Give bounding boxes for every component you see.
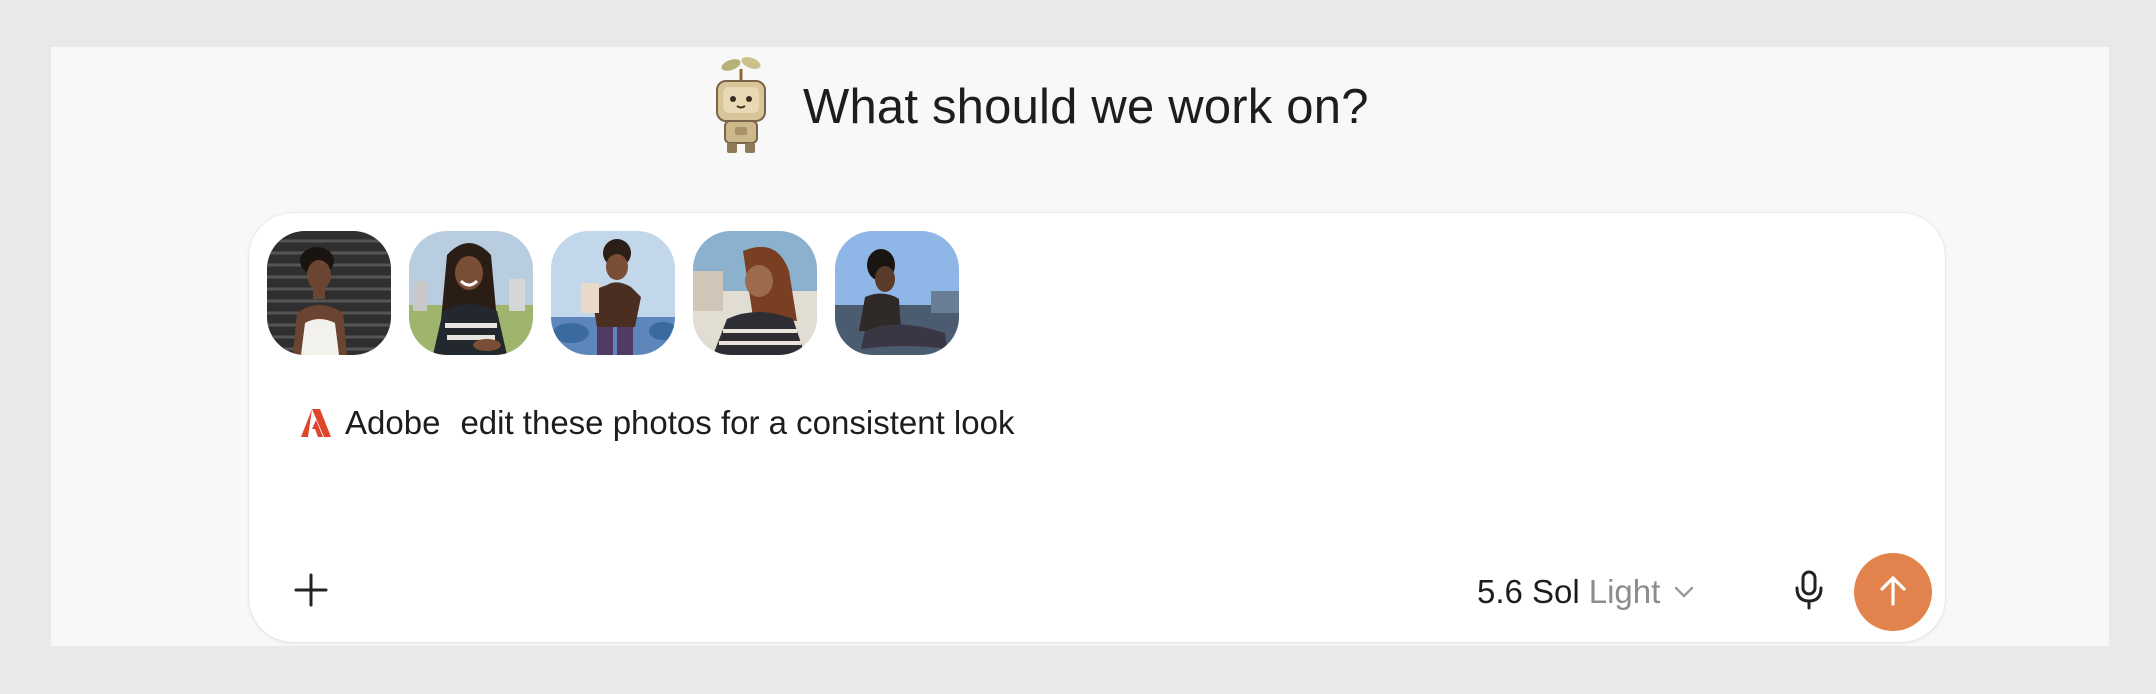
model-name: 5.6 Sol <box>1477 573 1580 610</box>
prompt-text: edit these photos for a consistent look <box>460 404 1015 441</box>
page-title: What should we work on? <box>803 80 1369 134</box>
plus-icon <box>294 573 328 612</box>
app-panel: What should we work on? Adobe edit these… <box>51 47 2109 646</box>
add-attachment-button[interactable] <box>283 564 339 620</box>
adobe-logo-icon <box>301 409 331 437</box>
voice-input-button[interactable] <box>1781 564 1837 620</box>
prompt-input[interactable]: Adobe edit these photos for a consistent… <box>301 401 1014 445</box>
arrow-up-icon <box>1878 574 1908 611</box>
send-button[interactable] <box>1854 553 1932 631</box>
photo-attachment-3[interactable] <box>551 231 675 355</box>
model-variant: Light <box>1588 573 1661 610</box>
app-mention-label: Adobe <box>345 404 441 441</box>
chat-composer: Adobe edit these photos for a consistent… <box>249 213 1945 642</box>
photo-attachment-2[interactable] <box>409 231 533 355</box>
chevron-down-icon <box>1660 586 1694 598</box>
photo-attachment-4[interactable] <box>693 231 817 355</box>
microphone-icon <box>1794 570 1824 615</box>
composer-toolbar: 5.6 Sol Light <box>249 542 1945 642</box>
photo-attachment-1[interactable] <box>267 231 391 355</box>
app-mention-chip[interactable]: Adobe <box>301 404 440 442</box>
hero-header: What should we work on? <box>51 55 2109 159</box>
attachment-strip <box>267 231 959 355</box>
photo-attachment-5[interactable] <box>835 231 959 355</box>
sprout-robot-mascot-icon <box>707 55 775 155</box>
model-selector[interactable]: 5.6 Sol Light <box>1477 570 1694 614</box>
